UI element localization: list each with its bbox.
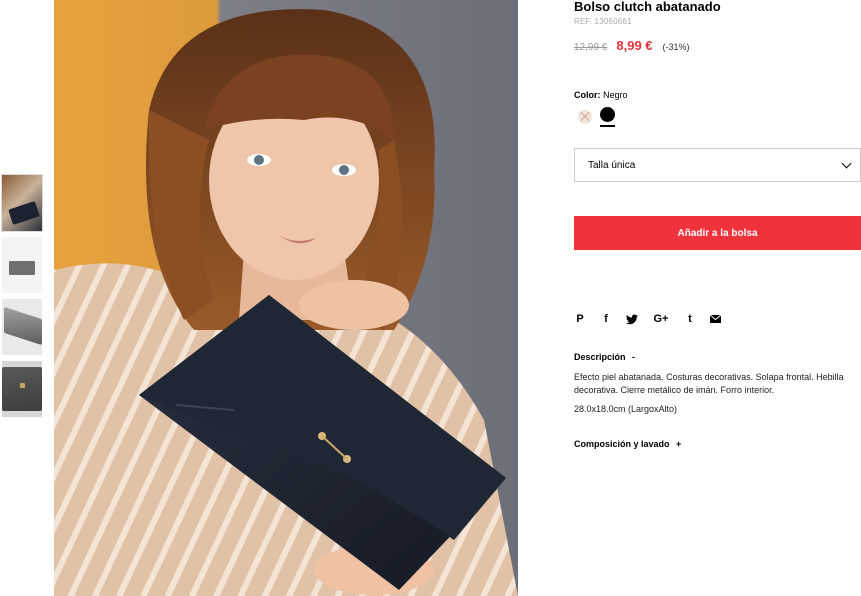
- description-dimensions: 28.0x18.0cm (LargoxAlto): [574, 404, 678, 414]
- price-row: 12,99 € 8,99 € (-31%): [574, 38, 861, 53]
- thumbnail-bag: [9, 261, 35, 275]
- facebook-icon[interactable]: f: [600, 313, 612, 325]
- product-ref: REF. 13060661: [574, 17, 632, 26]
- product-info: Bolso clutch abatanado REF. 13060661 12,…: [574, 0, 861, 449]
- main-product-image[interactable]: [54, 0, 518, 596]
- thumbnail-bag: [4, 306, 42, 346]
- thumbnail-3[interactable]: [2, 299, 42, 355]
- swatch-nude-unavailable[interactable]: [578, 110, 592, 124]
- twitter-icon[interactable]: [626, 314, 638, 325]
- tumblr-icon[interactable]: t: [684, 313, 696, 325]
- thumbnail-list: [1, 174, 43, 423]
- thumbnail-clasp: [20, 383, 25, 388]
- email-icon[interactable]: [710, 315, 722, 323]
- thumbnail-1[interactable]: [1, 174, 43, 232]
- chevron-down-icon: [841, 158, 852, 168]
- color-value: Negro: [603, 90, 628, 100]
- swatch-black-wrapper: [600, 107, 623, 127]
- google-plus-icon[interactable]: G+: [652, 313, 670, 325]
- sale-price: 8,99 €: [616, 38, 653, 53]
- color-row: Color: Negro: [574, 90, 861, 100]
- add-to-bag-button[interactable]: Añadir a la bolsa: [574, 216, 861, 250]
- description-toggle[interactable]: Descripción -: [574, 352, 861, 362]
- discount-badge: (-31%): [662, 42, 690, 52]
- composition-heading: Composición y lavado: [574, 439, 670, 449]
- product-photo: [54, 0, 518, 596]
- composition-toggle[interactable]: Composición y lavado +: [574, 439, 861, 449]
- color-label: Color:: [574, 90, 601, 100]
- composition-toggle-symbol: +: [676, 439, 682, 449]
- old-price: 12,99 €: [574, 42, 608, 53]
- size-select[interactable]: Talla única: [574, 148, 861, 182]
- product-title: Bolso clutch abatanado: [574, 0, 721, 14]
- swatch-black[interactable]: [600, 107, 615, 122]
- share-icons: P f G+ t: [574, 312, 861, 326]
- color-swatches: [574, 106, 861, 128]
- thumbnail-2[interactable]: [2, 237, 42, 293]
- pinterest-icon[interactable]: P: [574, 313, 586, 325]
- selected-swatch-indicator: [600, 125, 615, 127]
- thumbnail-4[interactable]: [2, 361, 42, 417]
- thumbnail-bag: [8, 201, 40, 225]
- description-toggle-symbol: -: [632, 352, 636, 362]
- description-body: Efecto piel abatanada. Costuras decorati…: [574, 372, 844, 395]
- size-select-value: Talla única: [588, 159, 636, 171]
- thumbnail-bag: [2, 367, 42, 411]
- description-heading: Descripción: [574, 352, 626, 362]
